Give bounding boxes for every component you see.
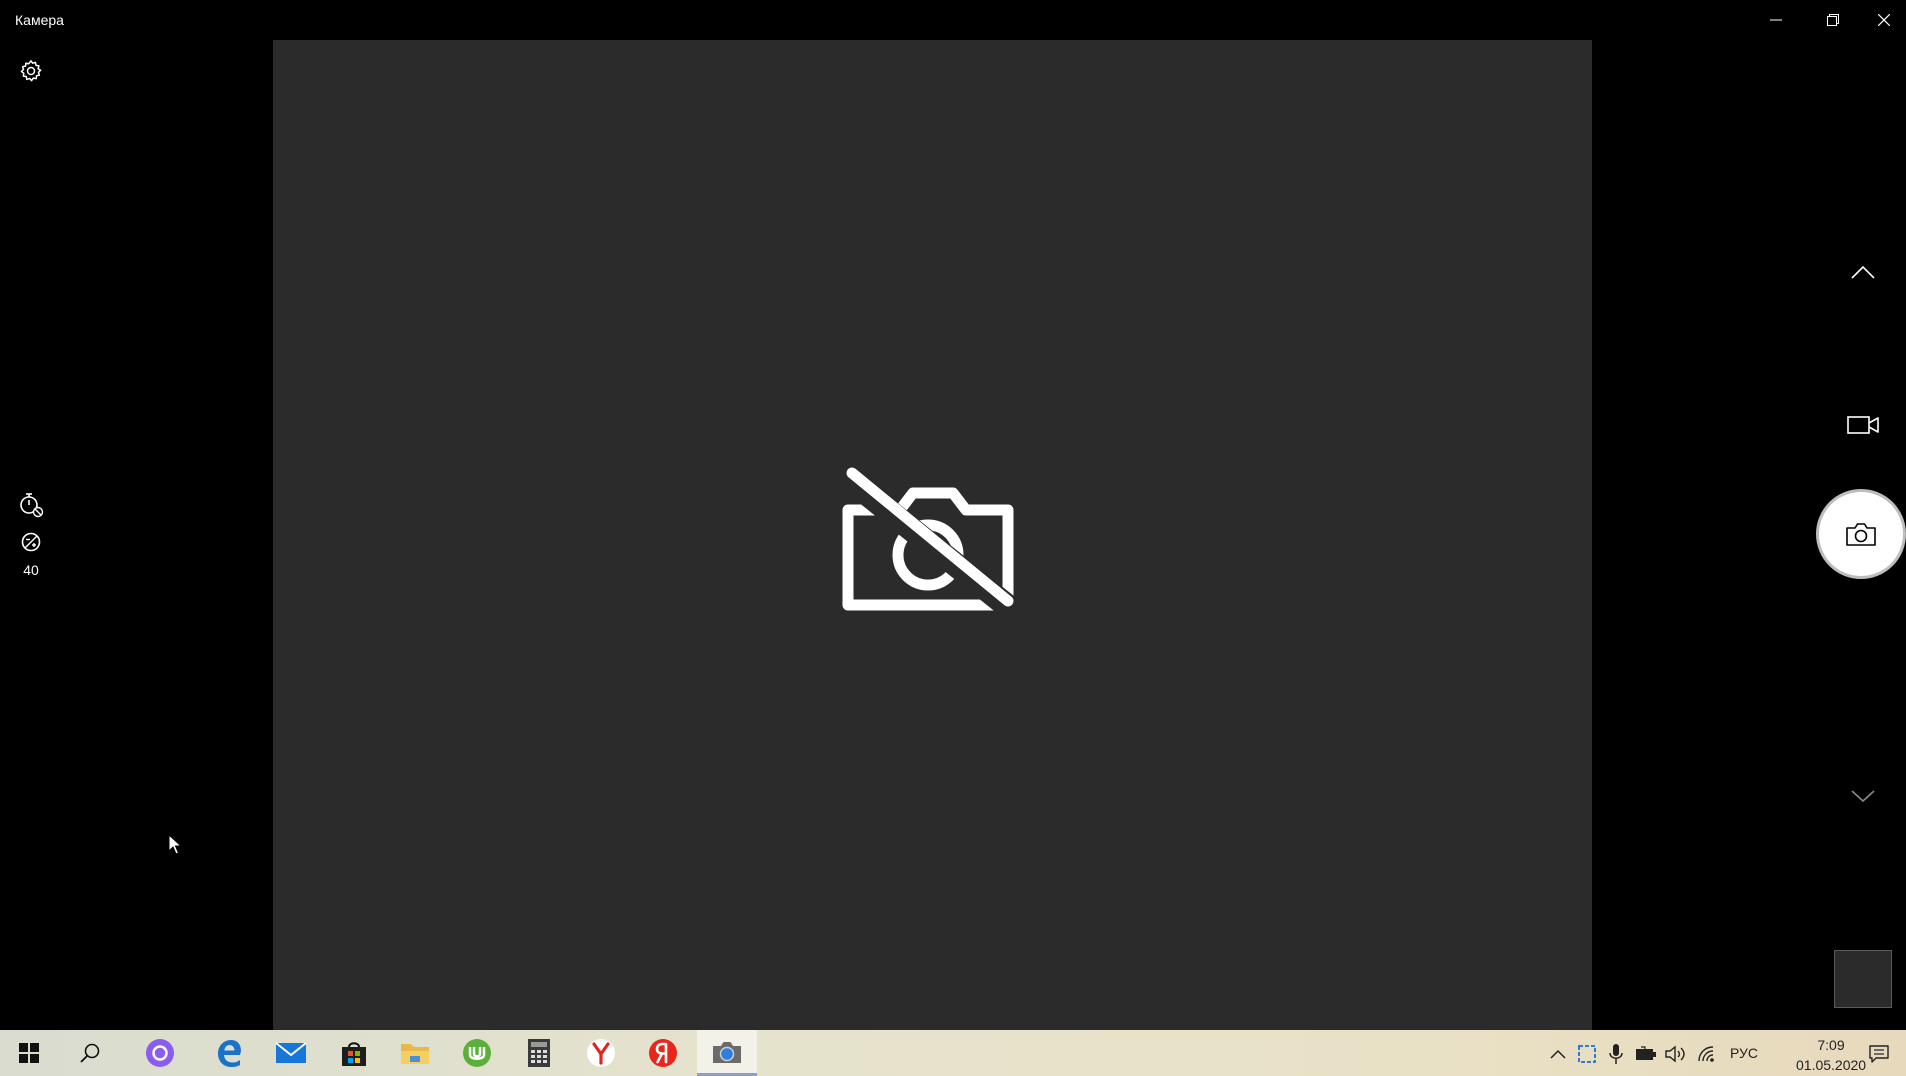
taskbar-store[interactable]	[325, 1030, 383, 1076]
window-title: Камера	[15, 12, 64, 28]
clock-date: 01.05.2020	[1796, 1057, 1867, 1073]
timer-off-icon	[20, 493, 44, 518]
utorrent-icon	[463, 1039, 491, 1067]
minimize-button[interactable]	[1748, 0, 1804, 40]
tray-battery[interactable]	[1634, 1042, 1658, 1066]
camera-off-icon	[838, 465, 1018, 615]
taskbar-yandex[interactable]	[634, 1030, 692, 1076]
taskbar-edge[interactable]	[200, 1030, 258, 1076]
battery-icon	[1636, 1046, 1656, 1060]
video-mode-button[interactable]	[1838, 405, 1888, 445]
action-center-button[interactable]	[1867, 1042, 1891, 1066]
clock-time: 7:09	[1817, 1037, 1845, 1053]
last-photo-thumbnail[interactable]	[1834, 950, 1892, 1008]
exposure-icon	[21, 532, 41, 552]
camera-icon	[1846, 523, 1876, 546]
volume-icon	[1665, 1045, 1685, 1063]
close-icon	[1878, 14, 1890, 26]
title-bar: Камера	[0, 0, 1906, 40]
settings-button[interactable]	[11, 51, 51, 91]
scroll-up-button[interactable]	[1838, 252, 1888, 292]
take-photo-button[interactable]	[1816, 489, 1906, 579]
mouse-cursor-icon	[168, 834, 182, 855]
tray-microphone[interactable]	[1604, 1042, 1628, 1066]
taskbar-explorer[interactable]	[386, 1030, 444, 1076]
chevron-up-icon	[1550, 1049, 1566, 1059]
exposure-button[interactable]	[11, 527, 51, 557]
tray-clock[interactable]: 7:09 01.05.2020	[1796, 1035, 1866, 1075]
taskbar-alice[interactable]	[131, 1030, 189, 1076]
taskbar-calculator[interactable]	[510, 1030, 568, 1076]
minimize-icon	[1770, 19, 1782, 21]
tray-network[interactable]	[1696, 1042, 1720, 1066]
edge-icon	[218, 1040, 241, 1067]
mail-icon	[275, 1042, 307, 1063]
windows-logo-icon	[19, 1043, 39, 1063]
gear-icon	[20, 60, 42, 82]
start-button[interactable]	[0, 1030, 58, 1076]
microphone-icon	[1609, 1044, 1623, 1064]
tray-volume[interactable]	[1664, 1042, 1688, 1066]
tray-screen-snip[interactable]	[1575, 1042, 1599, 1066]
timer-button[interactable]	[11, 485, 51, 525]
screen-snip-icon	[1578, 1045, 1596, 1063]
yandex-browser-icon	[587, 1039, 615, 1067]
calculator-icon	[528, 1039, 550, 1067]
camera-app-window: Камера 40	[0, 0, 1906, 1030]
close-button[interactable]	[1862, 0, 1906, 40]
notifications-icon	[1869, 1045, 1889, 1063]
exposure-value: 40	[23, 562, 39, 578]
wifi-icon	[1698, 1046, 1714, 1062]
taskbar-mail[interactable]	[262, 1030, 320, 1076]
alice-icon	[146, 1039, 174, 1067]
store-icon	[342, 1042, 366, 1066]
chevron-down-icon	[1851, 790, 1875, 803]
taskbar-yandex-browser[interactable]	[572, 1030, 630, 1076]
taskbar-utorrent[interactable]	[448, 1030, 506, 1076]
camera-app-icon	[713, 1041, 741, 1063]
restore-button[interactable]	[1805, 0, 1861, 40]
chevron-up-icon	[1851, 265, 1875, 279]
search-icon	[80, 1043, 100, 1063]
video-camera-icon	[1847, 416, 1879, 434]
tray-language[interactable]: РУС	[1730, 1045, 1758, 1061]
taskbar-search-button[interactable]	[61, 1030, 119, 1076]
scroll-down-button[interactable]	[1838, 776, 1888, 816]
taskbar: РУС 7:09 01.05.2020	[0, 1030, 1906, 1076]
yandex-icon	[649, 1039, 677, 1067]
taskbar-camera[interactable]	[697, 1030, 757, 1076]
show-hidden-icons-button[interactable]	[1546, 1042, 1570, 1066]
restore-icon	[1827, 14, 1839, 26]
folder-icon	[401, 1044, 429, 1064]
